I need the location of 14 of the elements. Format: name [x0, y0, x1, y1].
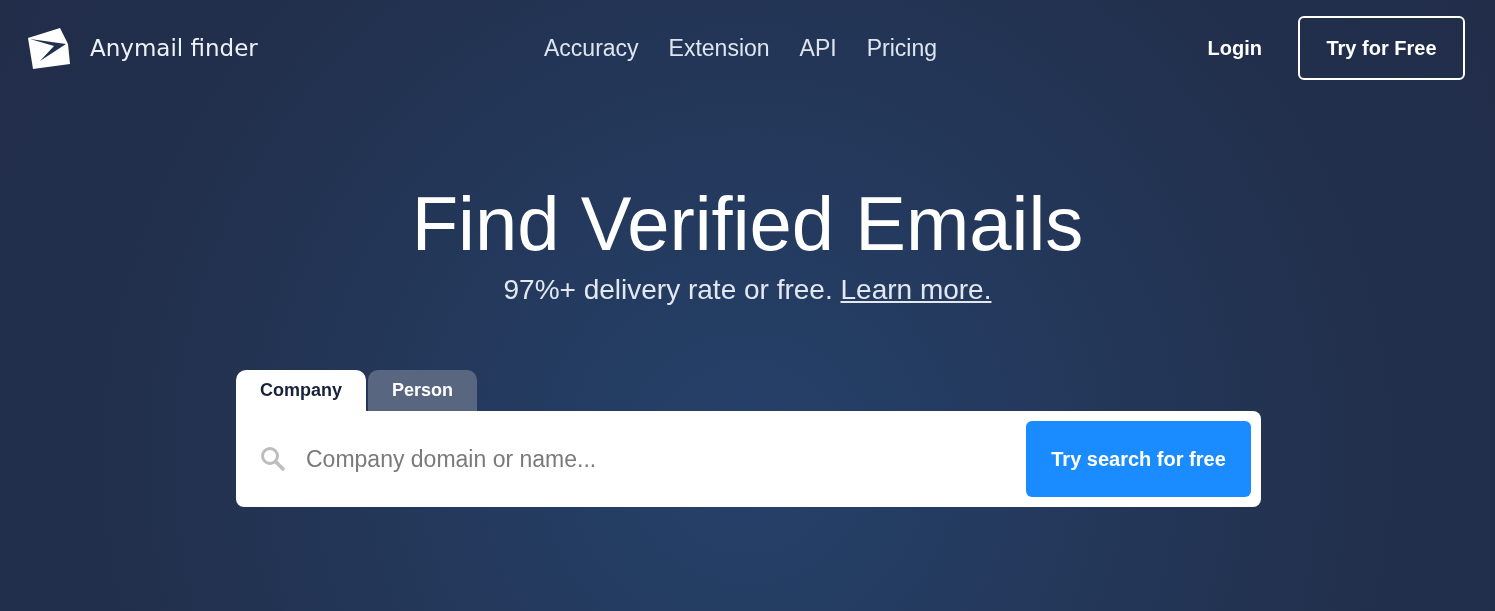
nav-link[interactable]: Pricing — [866, 34, 937, 62]
hero-title: Find Verified Emails — [411, 180, 1084, 268]
brand-name: Anymail finder — [90, 35, 258, 61]
learn-more-link[interactable]: Learn more. — [840, 274, 992, 305]
envelope-icon — [26, 25, 72, 71]
search-tab[interactable]: Company — [236, 370, 366, 411]
try-free-button[interactable]: Try for Free — [1298, 16, 1465, 80]
nav-link[interactable]: Extension — [668, 34, 770, 62]
nav-link[interactable]: API — [799, 34, 837, 62]
search-icon — [260, 446, 286, 472]
hero-subtitle: 97%+ delivery rate or free. Learn more. — [503, 274, 992, 306]
login-link[interactable]: Login — [1207, 36, 1262, 60]
search-tab[interactable]: Person — [368, 370, 477, 411]
nav-link[interactable]: Accuracy — [544, 34, 639, 62]
